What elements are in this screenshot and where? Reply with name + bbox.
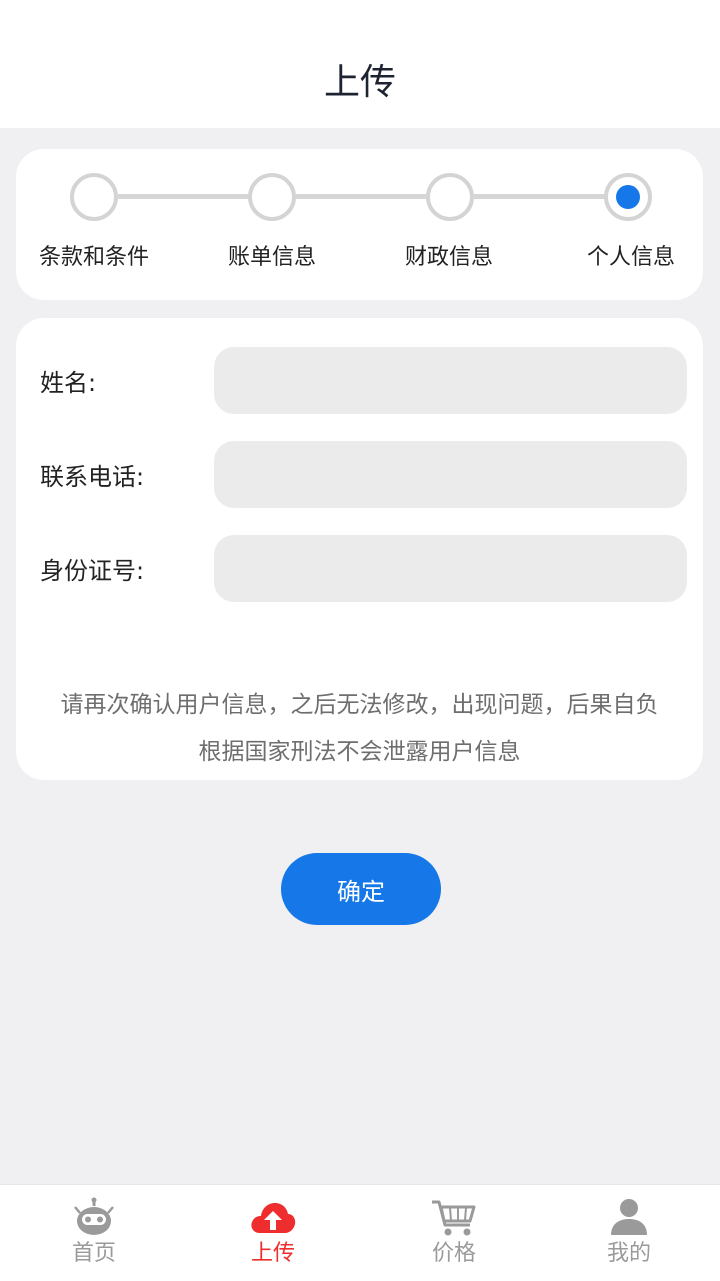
- header-bar: 上传: [0, 0, 720, 128]
- robot-icon: [74, 1197, 114, 1235]
- step-connector: [296, 194, 430, 199]
- step-connector: [118, 194, 252, 199]
- step-1-indicator: [70, 173, 118, 221]
- notice-text-line-1: 请再次确认用户信息，之后无法修改，出现问题，后果自负: [60, 692, 659, 718]
- id-number-input[interactable]: [214, 535, 687, 602]
- personal-info-form: 姓名: 联系电话: 身份证号: 请再次确认用户信息，之后无法修改，出现问题，后果…: [16, 318, 703, 780]
- tab-price-label: 价格: [431, 1241, 476, 1266]
- confirm-button[interactable]: 确定: [281, 853, 441, 925]
- step-4-indicator: [604, 173, 652, 221]
- tab-upload-label: 上传: [250, 1241, 295, 1266]
- tab-price[interactable]: 价格: [394, 1185, 514, 1281]
- user-icon: [611, 1199, 647, 1235]
- id-number-label: 身份证号:: [40, 557, 145, 585]
- page-title: 上传: [323, 62, 396, 103]
- tab-mine[interactable]: 我的: [569, 1185, 689, 1281]
- step-3-label: 财政信息: [404, 245, 493, 270]
- step-3-indicator: [426, 173, 474, 221]
- tab-mine-label: 我的: [606, 1241, 651, 1266]
- step-connector: [474, 194, 608, 199]
- step-4-label: 个人信息: [586, 245, 675, 270]
- name-label: 姓名:: [40, 369, 97, 397]
- step-1-label: 条款和条件: [38, 245, 149, 270]
- step-2-label: 账单信息: [227, 245, 316, 270]
- tab-home-label: 首页: [71, 1241, 116, 1266]
- cart-icon: [432, 1200, 476, 1236]
- phone-label: 联系电话:: [40, 463, 145, 491]
- cloud-upload-icon: [251, 1203, 296, 1233]
- progress-steps: 条款和条件 账单信息 财政信息 个人信息: [16, 149, 703, 300]
- step-2-indicator: [248, 173, 296, 221]
- notice-text-line-2: 根据国家刑法不会泄露用户信息: [198, 739, 521, 765]
- phone-input[interactable]: [214, 441, 687, 508]
- tab-home[interactable]: 首页: [34, 1185, 154, 1281]
- tab-upload[interactable]: 上传: [213, 1185, 333, 1281]
- name-input[interactable]: [214, 347, 687, 414]
- bottom-tab-bar: 首页 上传 价格 我的: [0, 1184, 720, 1281]
